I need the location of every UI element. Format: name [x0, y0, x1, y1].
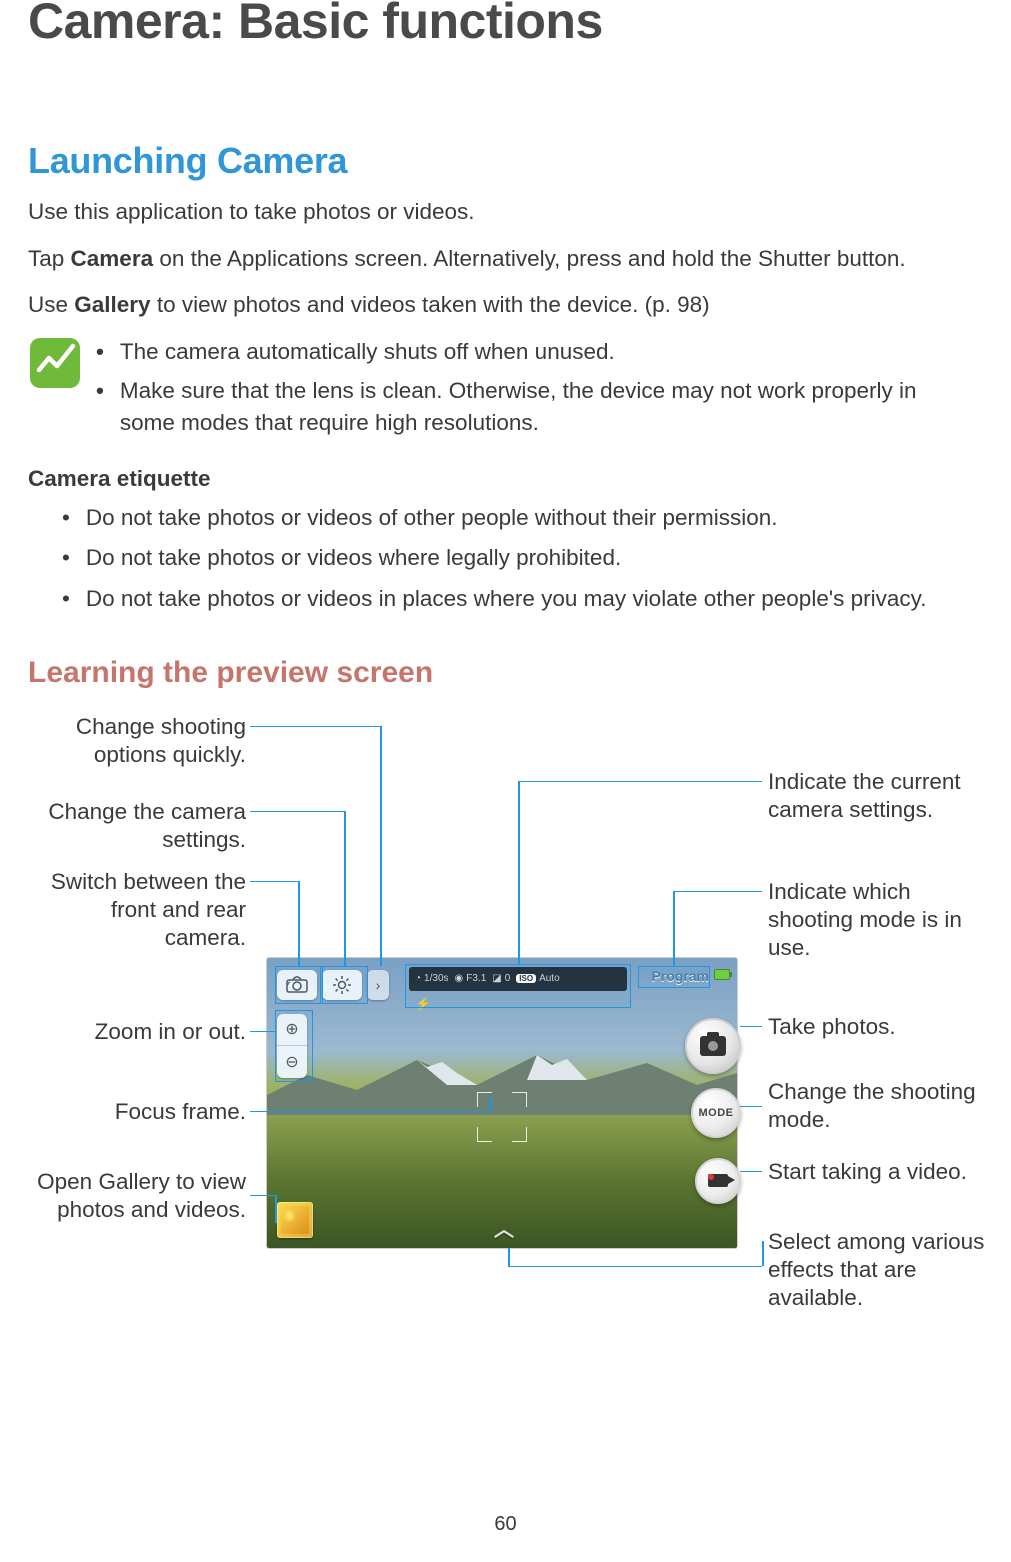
etiquette-item: • Do not take photos or videos where lega… — [62, 542, 971, 575]
callout-camera-settings: Change the camera settings. — [28, 798, 246, 854]
intro-paragraph-3: Use Gallery to view photos and videos ta… — [28, 289, 971, 322]
bullet: • — [62, 502, 70, 535]
mode-button[interactable]: MODE — [691, 1088, 741, 1138]
note-item: • The camera automatically shuts off when… — [96, 336, 971, 369]
callout-switch-camera: Switch between the front and rear camera… — [28, 868, 246, 952]
bullet: • — [62, 583, 70, 616]
callout-start-video: Start taking a video. — [768, 1158, 998, 1186]
note-list: • The camera automatically shuts off when… — [96, 336, 971, 446]
effects-chevron-icon[interactable]: ︿ — [494, 1213, 510, 1242]
bullet: • — [96, 375, 104, 440]
bullet: • — [62, 542, 70, 575]
intro-paragraph-1: Use this application to take photos or v… — [28, 196, 971, 229]
intro-paragraph-2: Tap Camera on the Applications screen. A… — [28, 243, 971, 276]
bold-camera: Camera — [71, 246, 154, 271]
camera-icon — [700, 1036, 726, 1056]
callout-take-photo: Take photos. — [768, 1013, 998, 1041]
gallery-thumbnail[interactable] — [277, 1202, 313, 1238]
camera-etiquette-heading: Camera etiquette — [28, 466, 971, 492]
page-title: Camera: Basic functions — [28, 0, 971, 50]
text: on the Applications screen. Alternativel… — [153, 246, 906, 271]
battery-icon — [715, 970, 729, 979]
etiquette-text: Do not take photos or videos of other pe… — [86, 502, 778, 535]
video-record-button[interactable] — [695, 1158, 741, 1204]
callout-mode-indicator: Indicate which shooting mode is in use. — [768, 878, 998, 962]
callout-gallery: Open Gallery to view photos and videos. — [28, 1168, 246, 1224]
note-text: Make sure that the lens is clean. Otherw… — [120, 375, 971, 440]
callout-focus-frame: Focus frame. — [28, 1098, 246, 1126]
bullet: • — [96, 336, 104, 369]
focus-frame — [477, 1092, 527, 1142]
text: Use — [28, 292, 74, 317]
note-item: •Make sure that the lens is clean. Other… — [96, 375, 971, 440]
text: Tap — [28, 246, 71, 271]
section-preview-screen: Learning the preview screen — [28, 656, 971, 690]
callout-zoom: Zoom in or out. — [28, 1018, 246, 1046]
note-text: The camera automatically shuts off when … — [120, 336, 615, 369]
section-launching-camera: Launching Camera — [28, 140, 971, 182]
etiquette-text: Do not take photos or videos where legal… — [86, 542, 621, 575]
note-block: • The camera automatically shuts off when… — [28, 336, 971, 446]
etiquette-list: • Do not take photos or videos of other p… — [28, 502, 971, 616]
preview-diagram: ◔ 1/30s ◉ F3.1 ◪ 0 ISO Auto ⚡ › ⊕ ⊖ Prog… — [28, 708, 971, 1328]
note-icon — [28, 336, 82, 390]
bold-gallery: Gallery — [74, 292, 150, 317]
callout-effects: Select among various effects that are av… — [768, 1228, 998, 1312]
page-number: 60 — [494, 1513, 516, 1536]
etiquette-item: • Do not take photos or videos of other p… — [62, 502, 971, 535]
callout-quick-options: Change shooting options quickly. — [28, 713, 246, 769]
etiquette-text: Do not take photos or videos in places w… — [86, 583, 927, 616]
quick-options-button[interactable]: › — [367, 970, 389, 1000]
callout-current-settings: Indicate the current camera settings. — [768, 768, 998, 824]
callout-change-mode: Change the shooting mode. — [768, 1078, 998, 1134]
text: to view photos and videos taken with the… — [151, 292, 710, 317]
etiquette-item: • Do not take photos or videos in places … — [62, 583, 971, 616]
shutter-button[interactable] — [685, 1018, 741, 1074]
